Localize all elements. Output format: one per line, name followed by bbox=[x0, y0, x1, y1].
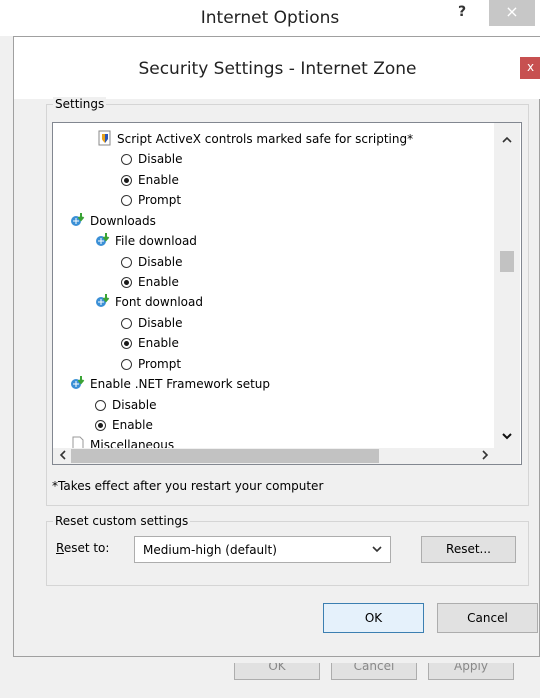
vertical-scrollbar[interactable] bbox=[494, 123, 520, 448]
radio-button[interactable] bbox=[121, 257, 132, 268]
scroll-down-icon[interactable] bbox=[499, 430, 515, 443]
setting-option[interactable]: Enable bbox=[121, 333, 179, 353]
radio-button[interactable] bbox=[95, 400, 106, 411]
outer-cancel-button[interactable]: Cancel bbox=[331, 663, 417, 680]
outer-title-bar: Internet Options ? × bbox=[0, 0, 540, 36]
tree-item-label: Prompt bbox=[138, 193, 182, 207]
setting-option[interactable]: Disable bbox=[95, 395, 157, 415]
tree-item-label: Enable bbox=[112, 418, 153, 432]
help-button[interactable]: ? bbox=[447, 4, 477, 26]
radio-button[interactable] bbox=[121, 195, 132, 206]
radio-button[interactable] bbox=[121, 359, 132, 370]
tree-item-label: Font download bbox=[115, 295, 203, 309]
settings-tree-list[interactable]: Script ActiveX controls marked safe for … bbox=[52, 122, 522, 465]
radio-button[interactable] bbox=[95, 420, 106, 431]
download-icon bbox=[96, 294, 110, 307]
tree-item-label: Disable bbox=[138, 255, 183, 269]
outer-apply-button[interactable]: Apply bbox=[428, 663, 514, 680]
restart-note: *Takes effect after you restart your com… bbox=[52, 479, 324, 493]
radio-button[interactable] bbox=[121, 277, 132, 288]
download-icon bbox=[71, 213, 85, 226]
setting-option[interactable]: Disable bbox=[121, 149, 183, 169]
cancel-button[interactable]: Cancel bbox=[437, 603, 538, 633]
tree-item-label: Enable bbox=[138, 173, 179, 187]
tree-item-label: Prompt bbox=[138, 357, 182, 371]
tree-item-label: Downloads bbox=[90, 214, 156, 228]
setting-category: Font download bbox=[95, 292, 203, 312]
tree-item-label: Enable .NET Framework setup bbox=[90, 377, 271, 391]
horizontal-scrollbar[interactable] bbox=[53, 448, 520, 464]
horizontal-scroll-thumb[interactable] bbox=[71, 449, 379, 463]
setting-option[interactable]: Enable bbox=[95, 415, 153, 435]
ok-button[interactable]: OK bbox=[323, 603, 424, 633]
tree-item-label: Enable bbox=[138, 275, 179, 289]
reset-to-text: eset to: bbox=[63, 541, 110, 555]
reset-level-select[interactable]: Medium-high (default) bbox=[134, 536, 391, 563]
radio-button[interactable] bbox=[121, 154, 132, 165]
setting-category: Downloads bbox=[70, 211, 156, 231]
setting-option[interactable]: Disable bbox=[121, 252, 183, 272]
tree-item-label: Disable bbox=[138, 316, 183, 330]
outer-close-button[interactable]: × bbox=[489, 0, 535, 26]
tree-item-label: File download bbox=[115, 234, 197, 248]
radio-button[interactable] bbox=[121, 338, 132, 349]
tree-item-label: Script ActiveX controls marked safe for … bbox=[117, 132, 414, 146]
chevron-down-icon bbox=[372, 542, 382, 556]
scroll-right-icon[interactable] bbox=[477, 450, 493, 463]
dialog-close-button[interactable]: x bbox=[520, 57, 540, 79]
reset-to-label: Reset to: bbox=[56, 541, 110, 555]
reset-group-label: Reset custom settings bbox=[53, 514, 191, 528]
reset-select-value: Medium-high (default) bbox=[143, 543, 277, 557]
setting-option[interactable]: Prompt bbox=[121, 190, 181, 210]
scroll-left-icon[interactable] bbox=[54, 450, 70, 463]
settings-group-label: Settings bbox=[53, 97, 107, 111]
setting-category: Enable .NET Framework setup bbox=[70, 374, 270, 394]
dialog-title-bar: Security Settings - Internet Zone x bbox=[14, 37, 540, 99]
radio-button[interactable] bbox=[121, 318, 132, 329]
tree-item-label: Disable bbox=[138, 152, 183, 166]
shield-icon bbox=[98, 130, 111, 146]
setting-option[interactable]: Prompt bbox=[121, 354, 181, 374]
tree-item-label: Enable bbox=[138, 336, 179, 350]
setting-category: Script ActiveX controls marked safe for … bbox=[97, 129, 413, 149]
scroll-up-icon[interactable] bbox=[499, 133, 515, 146]
radio-button[interactable] bbox=[121, 175, 132, 186]
reset-button[interactable]: Reset... bbox=[421, 536, 516, 563]
setting-category: File download bbox=[95, 231, 197, 251]
vertical-scroll-thumb[interactable] bbox=[500, 251, 514, 272]
download-icon bbox=[96, 233, 110, 246]
download-icon bbox=[71, 376, 85, 389]
setting-option[interactable]: Enable bbox=[121, 272, 179, 292]
tree-item-label: Disable bbox=[112, 398, 157, 412]
outer-ok-button[interactable]: OK bbox=[234, 663, 320, 680]
dialog-title: Security Settings - Internet Zone bbox=[138, 59, 417, 79]
setting-option[interactable]: Enable bbox=[121, 170, 179, 190]
setting-option[interactable]: Disable bbox=[121, 313, 183, 333]
